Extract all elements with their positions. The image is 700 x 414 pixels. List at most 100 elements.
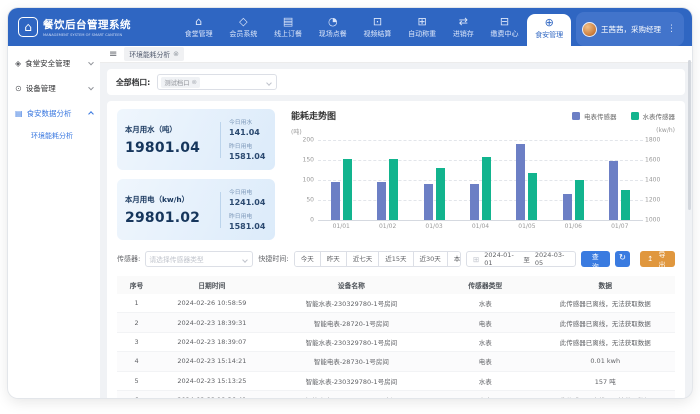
search-button[interactable]: 查询 [581,251,610,267]
canteen-home-icon: ⌂ [195,16,202,28]
table-cell: 此传感器已离线，无法获取数据 [535,294,675,313]
legend-swatch [572,112,580,120]
sidebar-item-食安数据分析[interactable]: ▤食安数据分析 [8,101,100,126]
nav-item-缴费中心[interactable]: ⊟缴费中心 [483,8,527,46]
user-name: 王茜茜，采购经理 [601,24,661,35]
bar-电表传感器-01/02[interactable] [377,182,386,220]
nav-item-进销存[interactable]: ⇄进销存 [445,8,482,46]
bar-group-01/07 [609,140,630,220]
table-header-设备名称: 设备名称 [268,276,435,294]
bar-电表传感器-01/05[interactable] [516,144,525,220]
app-logo: ⌂ 餐饮后台管理系统 MANAGEMENT SYSTEM OF SMART CA… [18,8,176,46]
app-subtitle: MANAGEMENT SYSTEM OF SMART CANTEEN [43,32,122,37]
table-row[interactable]: 12024-02-26 10:58:59智能水表-230329780-1号房间水… [117,294,675,313]
bar-group-01/03 [424,140,445,220]
table-row[interactable]: 62024-02-22 18:36:41智能水表-230329780-1号房间水… [117,390,675,398]
inventory-icon: ⇄ [459,16,468,28]
legend-水表传感器[interactable]: 水表传感器 [631,111,676,121]
quick-time-近15天[interactable]: 近15天 [379,252,413,266]
quick-time-今天[interactable]: 今天 [295,252,321,266]
legend-电表传感器[interactable]: 电表传感器 [572,111,617,121]
refresh-button[interactable]: ↻ [615,251,631,267]
nav-item-食堂管理[interactable]: ⌂食堂管理 [177,8,221,46]
bar-电表传感器-01/07[interactable] [609,161,618,220]
stat-value: 29801.02 [125,210,212,226]
bar-水表传感器-01/02[interactable] [389,159,398,220]
bar-电表传感器-01/03[interactable] [424,184,433,220]
sidebar-item-食堂安全管理[interactable]: ◈食堂安全管理 [8,51,100,76]
bar-水表传感器-01/06[interactable] [575,180,584,220]
bar-电表传感器-01/01[interactable] [331,182,340,220]
export-icon: ↥ [647,255,653,263]
date-end[interactable]: 2024-03-05 [535,251,569,267]
bar-水表传感器-01/04[interactable] [482,157,491,220]
left-axis-tick: 0 [291,217,314,224]
remove-tag-icon[interactable]: ⊗ [192,78,197,86]
close-tab-icon[interactable]: ⊗ [173,50,179,58]
app-title: 餐饮后台管理系统 [43,17,131,32]
nav-item-现场点餐[interactable]: ◔现场点餐 [311,8,355,46]
scrollbar[interactable] [688,60,691,210]
stall-select[interactable]: 测试档口 ⊗ [157,74,277,90]
bar-水表传感器-01/03[interactable] [436,168,445,220]
stall-tag-label: 测试档口 [164,78,189,87]
bar-series [318,140,643,220]
sensor-select-placeholder: 请选择传感器类型 [149,254,203,264]
table-cell: 此传感器已离线，无法获取数据 [535,390,675,398]
table-row[interactable]: 42024-02-23 15:14:21智能电表-28730-1号房间电表0.0… [117,352,675,371]
nav-item-食安管理[interactable]: ⊕食安管理 [527,14,571,46]
tab-strip: ≡ 环境能耗分析 ⊗ [100,46,692,63]
collapse-menu-icon[interactable]: ≡ [109,49,117,60]
chevron-down-icon [243,257,249,263]
date-range-picker[interactable]: ⊞ 2024-01-01 至 2024-03-05 [466,251,576,267]
table-cell: 2024-02-23 15:13:25 [156,371,268,390]
device-management-icon: ⊙ [15,84,22,93]
x-axis-label: 01/05 [518,223,535,230]
tab-env-energy-analysis[interactable]: 环境能耗分析 ⊗ [124,47,184,61]
nav-item-视频结算[interactable]: ⊡视频结算 [355,8,399,46]
bar-group-01/04 [470,140,491,220]
chart-x-axis: 01/0101/0201/0301/0401/0501/0601/07 [318,223,643,230]
canteen-safety-icon: ◈ [15,59,21,68]
sidebar-item-设备管理[interactable]: ⊙设备管理 [8,76,100,101]
table-cell: 智能电表-28730-1号房间 [268,352,435,371]
date-start[interactable]: 2024-01-01 [484,251,518,267]
nav-item-label: 自动称重 [408,29,436,39]
chart-plot-area: 20018001501600100140050120001000 [318,140,643,220]
right-axis-tick: 1600 [645,157,675,164]
export-button[interactable]: ↥ 导出 [640,251,675,267]
quick-time-近七天[interactable]: 近七天 [347,252,380,266]
table-row[interactable]: 52024-02-23 15:13:25智能水表-230329780-1号房间水… [117,371,675,390]
nav-item-会员系统[interactable]: ◇会员系统 [221,8,265,46]
table-header-序号: 序号 [117,276,156,294]
bar-水表传感器-01/07[interactable] [621,190,630,220]
bar-水表传感器-01/05[interactable] [528,173,537,220]
quick-time-昨天[interactable]: 昨天 [321,252,347,266]
table-row[interactable]: 32024-02-23 18:39:07智能水表-230329780-1号房间水… [117,332,675,351]
sidebar-subitem-环境能耗分析[interactable]: 环境能耗分析 [8,126,100,146]
x-axis-label: 01/04 [472,223,489,230]
bar-水表传感器-01/01[interactable] [343,159,352,220]
bar-电表传感器-01/06[interactable] [563,194,572,220]
avatar[interactable] [582,22,597,37]
table-cell: 2024-02-23 15:14:21 [156,352,268,371]
x-axis-label: 01/06 [565,223,582,230]
top-nav: ⌂食堂管理◇会员系统▤线上订餐◔现场点餐⊡视频结算⊞自动称重⇄进销存⊟缴费中心⊕… [176,8,572,46]
table-cell: 6 [117,390,156,398]
stat-side-label: 昨日用电 [229,211,267,220]
bar-group-01/06 [563,140,584,220]
chevron-up-icon [88,111,94,117]
quick-time-近30天[interactable]: 近30天 [414,252,448,266]
quick-time-本月[interactable]: 本月 [448,252,461,266]
nav-item-线上订餐[interactable]: ▤线上订餐 [266,8,310,46]
sensor-select[interactable]: 请选择传感器类型 [145,251,253,267]
bar-电表传感器-01/04[interactable] [470,184,479,220]
nav-item-自动称重[interactable]: ⊞自动称重 [400,8,444,46]
more-vert-icon[interactable]: ⋮ [665,24,678,34]
table-cell: 智能电表-28720-1号房间 [268,313,435,332]
divider [220,122,221,158]
user-area[interactable]: 王茜茜，采购经理 ⋮ [576,12,684,46]
table-row[interactable]: 22024-02-23 18:39:31智能电表-28720-1号房间电表此传感… [117,313,675,332]
chart-legend: 电表传感器 水表传感器 [572,111,675,121]
logo-icon: ⌂ [18,17,38,37]
